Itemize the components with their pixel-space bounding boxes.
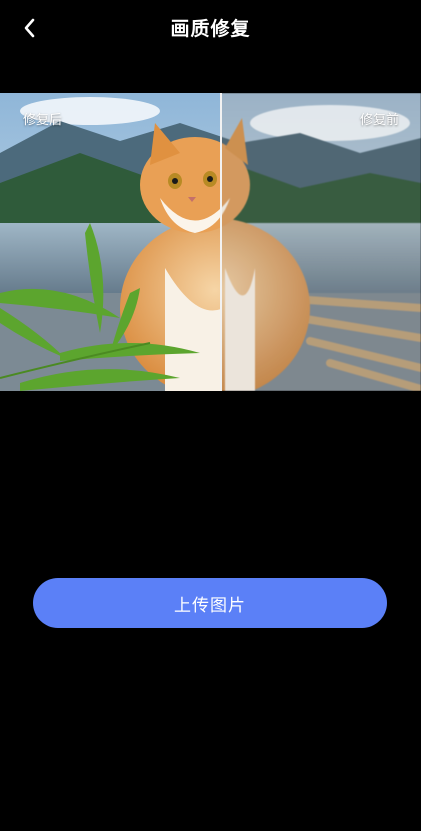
original-label: 修复前 bbox=[359, 113, 399, 128]
upload-image-button[interactable]: 上传图片 bbox=[33, 578, 387, 628]
page-title: 画质修复 bbox=[170, 18, 251, 40]
compare-divider-handle[interactable] bbox=[220, 93, 222, 391]
app-screen: 画质修复 修复后 修复前 上传图片 bbox=[0, 0, 421, 831]
cat-photo-original bbox=[221, 93, 421, 391]
comparison-image[interactable]: 修复后 修复前 bbox=[0, 93, 421, 391]
restored-label: 修复后 bbox=[23, 113, 63, 128]
cat-photo bbox=[0, 93, 221, 391]
header-bar: 画质修复 bbox=[0, 0, 421, 56]
original-image bbox=[221, 93, 421, 391]
restored-image bbox=[0, 93, 221, 391]
